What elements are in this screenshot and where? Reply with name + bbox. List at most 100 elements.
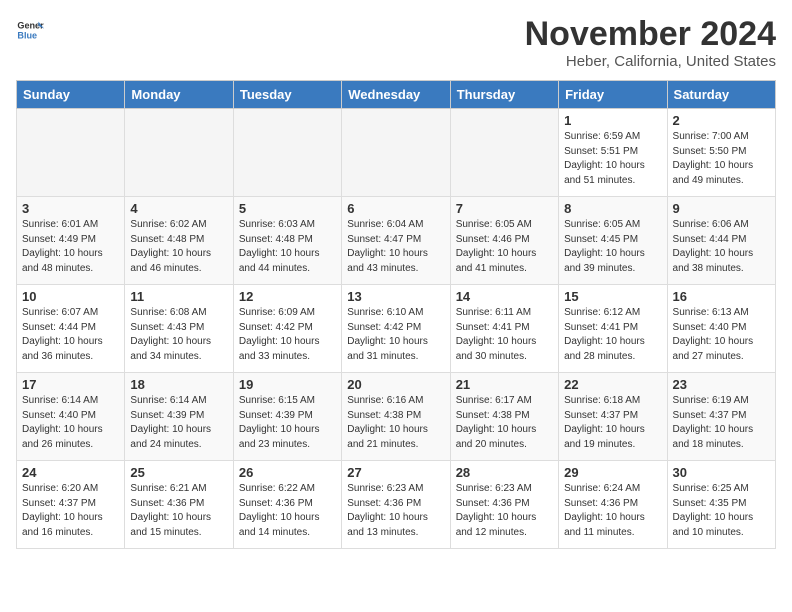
day-number: 29 bbox=[564, 465, 661, 480]
calendar-cell: 1 Sunrise: 6:59 AM Sunset: 5:51 PM Daylig… bbox=[559, 109, 667, 197]
day-info: Sunrise: 6:19 AM Sunset: 4:37 PM Dayligh… bbox=[673, 394, 770, 452]
day-number: 25 bbox=[130, 465, 227, 480]
calendar-week-row: 10Sunrise: 6:07 AM Sunset: 4:44 PM Dayli… bbox=[17, 285, 776, 373]
day-number: 4 bbox=[130, 201, 227, 216]
day-of-week-header: Wednesday bbox=[342, 81, 450, 109]
calendar-cell: 26 Sunrise: 6:22 AM Sunset: 4:36 PM Dayli… bbox=[233, 461, 341, 549]
day-info: Sunrise: 6:14 AM Sunset: 4:40 PM Dayligh… bbox=[22, 394, 119, 452]
calendar-cell: 10Sunrise: 6:07 AM Sunset: 4:44 PM Dayli… bbox=[17, 285, 125, 373]
day-info: Sunrise: 6:21 AM Sunset: 4:36 PM Dayligh… bbox=[130, 482, 227, 540]
calendar-week-row: 24Sunrise: 6:20 AM Sunset: 4:37 PM Dayli… bbox=[17, 461, 776, 549]
day-number: 30 bbox=[673, 465, 770, 480]
calendar-cell: 6 Sunrise: 6:04 AM Sunset: 4:47 PM Daylig… bbox=[342, 197, 450, 285]
day-info: Sunrise: 6:05 AM Sunset: 4:46 PM Dayligh… bbox=[456, 218, 553, 276]
calendar-cell: 29 Sunrise: 6:24 AM Sunset: 4:36 PM Dayli… bbox=[559, 461, 667, 549]
calendar-cell: 8Sunrise: 6:05 AM Sunset: 4:45 PM Daylig… bbox=[559, 197, 667, 285]
calendar-cell: 21 Sunrise: 6:17 AM Sunset: 4:38 PM Dayli… bbox=[450, 373, 558, 461]
calendar-cell: 17 Sunrise: 6:14 AM Sunset: 4:40 PM Dayli… bbox=[17, 373, 125, 461]
day-number: 20 bbox=[347, 377, 444, 392]
day-of-week-header: Saturday bbox=[667, 81, 775, 109]
day-info: Sunrise: 6:17 AM Sunset: 4:38 PM Dayligh… bbox=[456, 394, 553, 452]
day-info: Sunrise: 6:18 AM Sunset: 4:37 PM Dayligh… bbox=[564, 394, 661, 452]
day-info: Sunrise: 6:09 AM Sunset: 4:42 PM Dayligh… bbox=[239, 306, 336, 364]
calendar-cell: 25 Sunrise: 6:21 AM Sunset: 4:36 PM Dayli… bbox=[125, 461, 233, 549]
calendar-cell: 16Sunrise: 6:13 AM Sunset: 4:40 PM Dayli… bbox=[667, 285, 775, 373]
day-number: 9 bbox=[673, 201, 770, 216]
day-number: 11 bbox=[130, 289, 227, 304]
calendar-header-row: SundayMondayTuesdayWednesdayThursdayFrid… bbox=[17, 81, 776, 109]
day-number: 21 bbox=[456, 377, 553, 392]
calendar-table: SundayMondayTuesdayWednesdayThursdayFrid… bbox=[16, 80, 776, 549]
calendar-cell: 13 Sunrise: 6:10 AM Sunset: 4:42 PM Dayli… bbox=[342, 285, 450, 373]
calendar-cell bbox=[450, 109, 558, 197]
day-number: 7 bbox=[456, 201, 553, 216]
logo: General Blue bbox=[16, 16, 44, 44]
day-info: Sunrise: 6:23 AM Sunset: 4:36 PM Dayligh… bbox=[347, 482, 444, 540]
day-info: Sunrise: 6:03 AM Sunset: 4:48 PM Dayligh… bbox=[239, 218, 336, 276]
day-info: Sunrise: 6:08 AM Sunset: 4:43 PM Dayligh… bbox=[130, 306, 227, 364]
day-number: 13 bbox=[347, 289, 444, 304]
day-info: Sunrise: 6:04 AM Sunset: 4:47 PM Dayligh… bbox=[347, 218, 444, 276]
day-of-week-header: Sunday bbox=[17, 81, 125, 109]
day-info: Sunrise: 6:14 AM Sunset: 4:39 PM Dayligh… bbox=[130, 394, 227, 452]
day-of-week-header: Thursday bbox=[450, 81, 558, 109]
day-number: 5 bbox=[239, 201, 336, 216]
calendar-cell: 5 Sunrise: 6:03 AM Sunset: 4:48 PM Daylig… bbox=[233, 197, 341, 285]
calendar-cell: 19 Sunrise: 6:15 AM Sunset: 4:39 PM Dayli… bbox=[233, 373, 341, 461]
day-info: Sunrise: 6:16 AM Sunset: 4:38 PM Dayligh… bbox=[347, 394, 444, 452]
calendar-cell: 18 Sunrise: 6:14 AM Sunset: 4:39 PM Dayli… bbox=[125, 373, 233, 461]
day-info: Sunrise: 6:02 AM Sunset: 4:48 PM Dayligh… bbox=[130, 218, 227, 276]
calendar-cell: 23 Sunrise: 6:19 AM Sunset: 4:37 PM Dayli… bbox=[667, 373, 775, 461]
day-info: Sunrise: 6:59 AM Sunset: 5:51 PM Dayligh… bbox=[564, 130, 661, 188]
day-of-week-header: Friday bbox=[559, 81, 667, 109]
calendar-cell: 9 Sunrise: 6:06 AM Sunset: 4:44 PM Daylig… bbox=[667, 197, 775, 285]
day-number: 16 bbox=[673, 289, 770, 304]
calendar-cell: 24Sunrise: 6:20 AM Sunset: 4:37 PM Dayli… bbox=[17, 461, 125, 549]
calendar-cell: 2Sunrise: 7:00 AM Sunset: 5:50 PM Daylig… bbox=[667, 109, 775, 197]
day-number: 3 bbox=[22, 201, 119, 216]
svg-text:Blue: Blue bbox=[17, 30, 37, 40]
calendar-cell: 14Sunrise: 6:11 AM Sunset: 4:41 PM Dayli… bbox=[450, 285, 558, 373]
calendar-cell: 28Sunrise: 6:23 AM Sunset: 4:36 PM Dayli… bbox=[450, 461, 558, 549]
day-number: 18 bbox=[130, 377, 227, 392]
calendar-cell: 12Sunrise: 6:09 AM Sunset: 4:42 PM Dayli… bbox=[233, 285, 341, 373]
day-number: 15 bbox=[564, 289, 661, 304]
day-of-week-header: Tuesday bbox=[233, 81, 341, 109]
day-info: Sunrise: 6:15 AM Sunset: 4:39 PM Dayligh… bbox=[239, 394, 336, 452]
logo-icon: General Blue bbox=[16, 16, 44, 44]
day-number: 14 bbox=[456, 289, 553, 304]
day-info: Sunrise: 6:20 AM Sunset: 4:37 PM Dayligh… bbox=[22, 482, 119, 540]
day-info: Sunrise: 6:12 AM Sunset: 4:41 PM Dayligh… bbox=[564, 306, 661, 364]
day-number: 28 bbox=[456, 465, 553, 480]
calendar-week-row: 3Sunrise: 6:01 AM Sunset: 4:49 PM Daylig… bbox=[17, 197, 776, 285]
day-info: Sunrise: 6:10 AM Sunset: 4:42 PM Dayligh… bbox=[347, 306, 444, 364]
calendar-cell: 7 Sunrise: 6:05 AM Sunset: 4:46 PM Daylig… bbox=[450, 197, 558, 285]
day-number: 22 bbox=[564, 377, 661, 392]
calendar-cell: 15 Sunrise: 6:12 AM Sunset: 4:41 PM Dayli… bbox=[559, 285, 667, 373]
day-number: 23 bbox=[673, 377, 770, 392]
calendar-cell: 20 Sunrise: 6:16 AM Sunset: 4:38 PM Dayli… bbox=[342, 373, 450, 461]
month-title: November 2024 bbox=[525, 16, 776, 53]
calendar-cell: 4 Sunrise: 6:02 AM Sunset: 4:48 PM Daylig… bbox=[125, 197, 233, 285]
calendar-cell: 27 Sunrise: 6:23 AM Sunset: 4:36 PM Dayli… bbox=[342, 461, 450, 549]
day-number: 17 bbox=[22, 377, 119, 392]
day-info: Sunrise: 6:22 AM Sunset: 4:36 PM Dayligh… bbox=[239, 482, 336, 540]
calendar-cell bbox=[342, 109, 450, 197]
day-number: 1 bbox=[564, 113, 661, 128]
day-number: 26 bbox=[239, 465, 336, 480]
calendar-week-row: 17 Sunrise: 6:14 AM Sunset: 4:40 PM Dayli… bbox=[17, 373, 776, 461]
calendar-cell: 3Sunrise: 6:01 AM Sunset: 4:49 PM Daylig… bbox=[17, 197, 125, 285]
day-number: 6 bbox=[347, 201, 444, 216]
day-info: Sunrise: 6:06 AM Sunset: 4:44 PM Dayligh… bbox=[673, 218, 770, 276]
calendar-cell bbox=[17, 109, 125, 197]
calendar-cell bbox=[233, 109, 341, 197]
title-area: November 2024 Heber, California, United … bbox=[525, 16, 776, 70]
page-header: General Blue November 2024 Heber, Califo… bbox=[16, 16, 776, 70]
calendar-cell: 11 Sunrise: 6:08 AM Sunset: 4:43 PM Dayli… bbox=[125, 285, 233, 373]
day-of-week-header: Monday bbox=[125, 81, 233, 109]
day-number: 19 bbox=[239, 377, 336, 392]
location-subtitle: Heber, California, United States bbox=[525, 53, 776, 70]
day-info: Sunrise: 6:24 AM Sunset: 4:36 PM Dayligh… bbox=[564, 482, 661, 540]
day-info: Sunrise: 6:05 AM Sunset: 4:45 PM Dayligh… bbox=[564, 218, 661, 276]
day-number: 27 bbox=[347, 465, 444, 480]
